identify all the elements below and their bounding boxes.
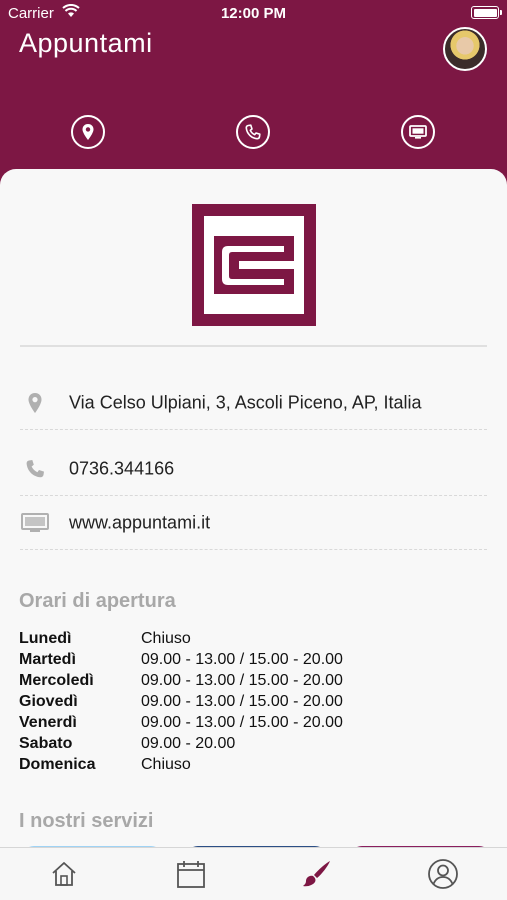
day-label: Venerdì [19,714,77,731]
home-icon[interactable] [47,857,81,891]
profile-icon[interactable] [426,857,460,891]
hours-value: 09.00 - 13.00 / 15.00 - 20.00 [141,651,343,668]
location-pin-icon [20,392,50,414]
location-pin-icon[interactable] [71,115,105,149]
calendar-icon[interactable] [174,857,208,891]
status-bar: Carrier 12:00 PM [0,0,507,26]
monitor-icon[interactable] [401,115,435,149]
hours-value: 09.00 - 13.00 / 15.00 - 20.00 [141,693,343,710]
phone-icon [20,459,50,479]
hours-value: 09.00 - 13.00 / 15.00 - 20.00 [141,714,343,731]
hours-value: Chiuso [141,756,191,773]
business-logo [192,204,316,326]
day-label: Domenica [19,756,96,773]
hours-value: Chiuso [141,630,191,647]
business-detail-card: Via Celso Ulpiani, 3, Ascoli Piceno, AP,… [0,169,507,900]
monitor-icon [20,513,50,533]
hours-row: Giovedì 09.00 - 13.00 / 15.00 - 20.00 [19,691,419,712]
hours-row: Mercoledì 09.00 - 13.00 / 15.00 - 20.00 [19,670,419,691]
opening-hours-list: Lunedì Chiuso Martedì 09.00 - 13.00 / 15.0… [19,628,419,775]
phone-icon[interactable] [236,115,270,149]
tab-bar [0,847,507,900]
hours-value: 09.00 - 13.00 / 15.00 - 20.00 [141,672,343,689]
hours-row: Martedì 09.00 - 13.00 / 15.00 - 20.00 [19,649,419,670]
day-label: Mercoledì [19,672,94,689]
address-row[interactable]: Via Celso Ulpiani, 3, Ascoli Piceno, AP,… [20,377,487,430]
brush-icon[interactable] [300,857,334,891]
services-title: I nostri servizi [19,810,154,832]
phone-row[interactable]: 0736.344166 [20,443,487,496]
avatar[interactable] [443,27,487,71]
battery-icon [471,6,502,19]
hours-value: 09.00 - 20.00 [141,735,236,752]
status-time: 12:00 PM [220,5,287,22]
day-label: Sabato [19,735,73,752]
hours-row: Venerdì 09.00 - 13.00 / 15.00 - 20.00 [19,712,419,733]
day-label: Martedì [19,651,76,668]
contact-action-row [0,115,507,153]
hours-row: Sabato 09.00 - 20.00 [19,733,419,754]
hours-row: Domenica Chiuso [19,754,419,775]
day-label: Lunedì [19,630,72,647]
divider [20,345,487,347]
opening-hours-title: Orari di apertura [19,590,176,612]
website-row[interactable]: www.appuntami.it [20,497,487,550]
app-title: Appuntami [19,28,153,58]
phone-text: 0736.344166 [69,458,175,479]
website-text: www.appuntami.it [69,512,211,533]
hours-row: Lunedì Chiuso [19,628,419,649]
day-label: Giovedì [19,693,78,710]
address-text: Via Celso Ulpiani, 3, Ascoli Piceno, AP,… [69,392,422,413]
